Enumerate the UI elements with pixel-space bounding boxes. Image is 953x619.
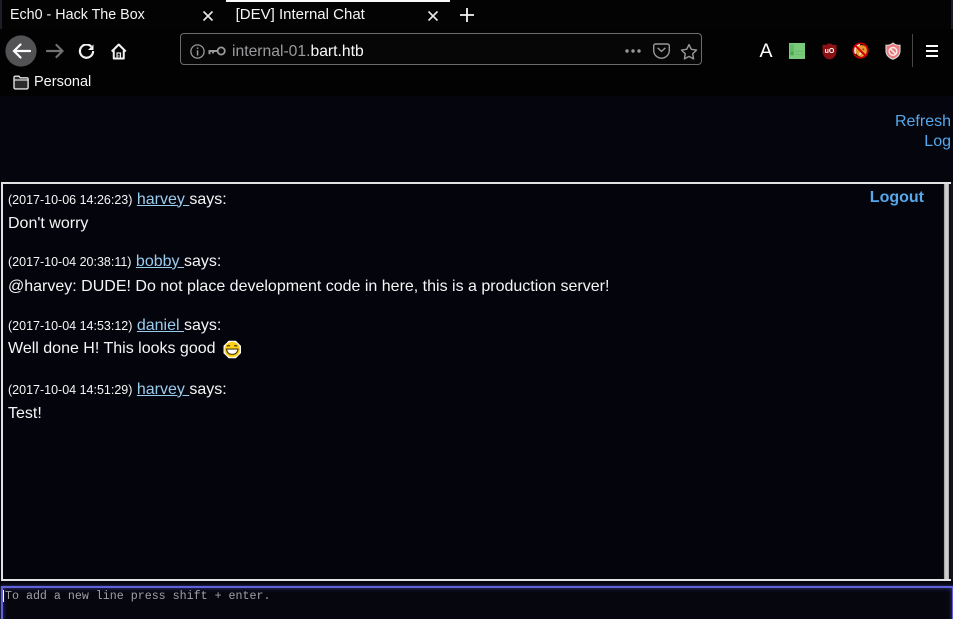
svg-text:uO: uO — [825, 48, 835, 55]
